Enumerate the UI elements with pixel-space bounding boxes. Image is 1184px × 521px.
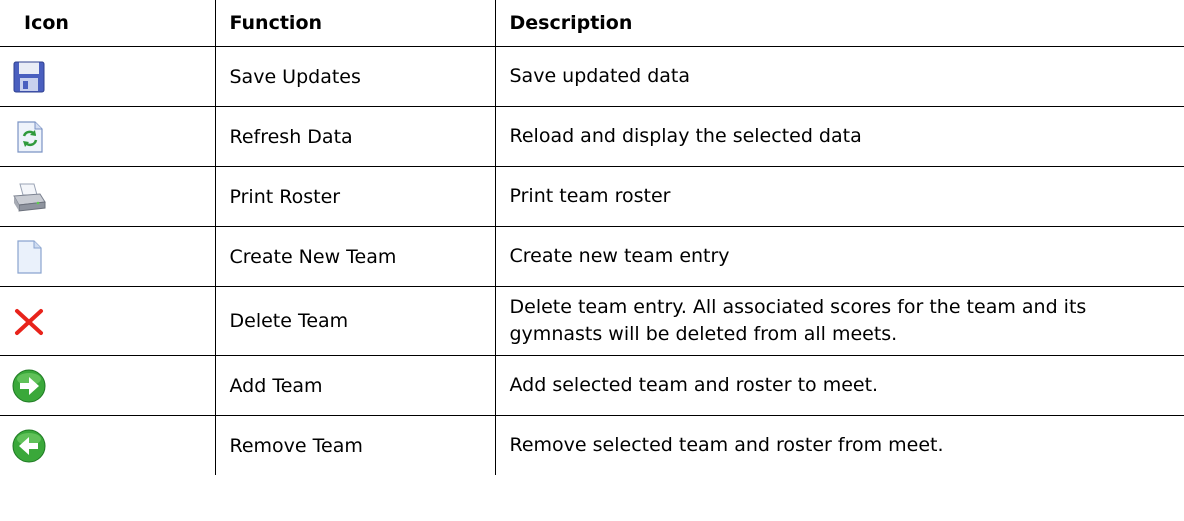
table-row: Save Updates Save updated data (0, 46, 1184, 107)
table-row: Create New Team Create new team entry (0, 226, 1184, 287)
function-cell: Refresh Data (215, 106, 496, 167)
description-cell: Print team roster (495, 166, 1184, 227)
green-arrow-left-icon (10, 427, 48, 465)
function-cell: Print Roster (215, 166, 496, 227)
description-cell: Reload and display the selected data (495, 106, 1184, 167)
table-row: Delete Team Delete team entry. All assoc… (0, 286, 1184, 356)
icon-reference-table: Icon Function Description Save Updates S… (0, 0, 1184, 475)
description-cell: Create new team entry (495, 226, 1184, 287)
refresh-document-icon (10, 118, 48, 156)
description-cell: Save updated data (495, 46, 1184, 107)
header-description: Description (495, 0, 1184, 47)
icon-cell (0, 415, 216, 475)
header-row: Icon Function Description (0, 0, 1184, 47)
icon-cell (0, 286, 216, 356)
table-row: Remove Team Remove selected team and ros… (0, 415, 1184, 475)
table-row: Refresh Data Reload and display the sele… (0, 106, 1184, 167)
new-document-icon (10, 238, 48, 276)
printer-icon (10, 178, 48, 216)
function-cell: Create New Team (215, 226, 496, 287)
function-cell: Remove Team (215, 415, 496, 475)
header-function: Function (215, 0, 496, 47)
description-cell: Delete team entry. All associated scores… (495, 286, 1184, 356)
function-cell: Save Updates (215, 46, 496, 107)
delete-x-icon (10, 302, 48, 340)
description-cell: Remove selected team and roster from mee… (509, 434, 944, 456)
green-arrow-right-icon (10, 367, 48, 405)
function-cell: Delete Team (215, 286, 496, 356)
icon-cell (0, 106, 216, 167)
function-cell: Add Team (215, 355, 496, 416)
icon-cell (0, 46, 216, 107)
icon-cell (0, 166, 216, 227)
description-cell: Add selected team and roster to meet. (495, 355, 1184, 416)
icon-cell (0, 226, 216, 287)
table-row: Print Roster Print team roster (0, 166, 1184, 227)
header-icon: Icon (0, 0, 216, 47)
save-floppy-icon (10, 58, 48, 96)
icon-cell (0, 355, 216, 416)
table-row: Add Team Add selected team and roster to… (0, 355, 1184, 416)
